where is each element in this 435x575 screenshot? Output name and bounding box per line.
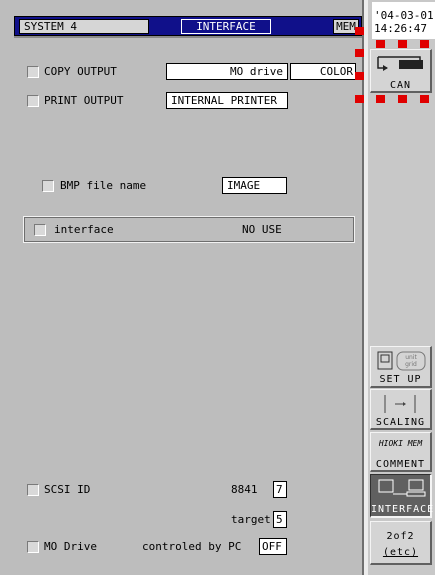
bmp-file-name-field[interactable]: IMAGE: [222, 177, 287, 194]
datetime-display: '04-03-01 14:26:47: [372, 2, 435, 39]
pc-link-icon: [375, 478, 426, 498]
scsi-target-id-field[interactable]: 5: [273, 511, 287, 528]
page-indicator: 2of2: [386, 531, 415, 542]
etc-label: (etc): [382, 547, 419, 558]
interface-checkbox[interactable]: [34, 224, 46, 236]
comment-button[interactable]: HIOKI MEM COMMENT: [370, 432, 432, 472]
svg-text:grid: grid: [405, 361, 417, 368]
marker-square: [420, 40, 429, 48]
print-output-checkbox[interactable]: [27, 95, 39, 107]
interface-label: interface: [54, 223, 114, 236]
can-button-label: CAN: [389, 80, 412, 91]
copy-output-device-field[interactable]: MO drive: [166, 63, 288, 80]
scsi-model-id-field[interactable]: 7: [273, 481, 287, 498]
bmp-file-label: BMP file name: [60, 179, 147, 192]
scaling-button-label: SCALING: [375, 417, 426, 428]
scsi-id-label: SCSI ID: [44, 483, 91, 496]
system-label: SYSTEM 4: [19, 19, 149, 34]
interface-value[interactable]: NO USE: [242, 223, 282, 237]
copy-arrow-icon: [375, 53, 426, 73]
page-etc-button[interactable]: 2of2 (etc): [370, 521, 432, 565]
marker-square: [376, 40, 385, 48]
copy-output-checkbox[interactable]: [27, 66, 39, 78]
marker-square: [420, 95, 429, 103]
copy-output-label: COPY OUTPUT: [44, 65, 117, 78]
svg-text:unit: unit: [405, 354, 417, 361]
print-output-printer-field[interactable]: INTERNAL PRINTER: [166, 92, 288, 109]
date-text: '04-03-01: [374, 9, 434, 22]
interface-button-label: INTERFACE: [371, 504, 435, 515]
interface-button[interactable]: INTERFACE: [370, 474, 435, 518]
print-output-label: PRINT OUTPUT: [44, 94, 124, 107]
marker-square: [398, 95, 407, 103]
unit-grid-icon: unit grid: [375, 350, 426, 371]
scsi-id-checkbox[interactable]: [27, 484, 39, 496]
marker-square: [355, 95, 364, 103]
setup-button-label: SET UP: [379, 374, 422, 385]
copy-output-mode-field[interactable]: COLOR: [290, 63, 356, 80]
mo-drive-label: MO Drive: [44, 540, 97, 553]
scsi-target-label: target: [231, 513, 271, 526]
scaling-icon: [375, 393, 426, 413]
mo-drive-checkbox[interactable]: [27, 541, 39, 553]
time-text: 14:26:47: [374, 22, 427, 35]
title-bar: SYSTEM 4 INTERFACE MEM: [14, 16, 362, 36]
marker-square: [398, 40, 407, 48]
scaling-button[interactable]: SCALING: [370, 389, 432, 430]
mo-drive-desc: controled by PC: [142, 540, 242, 553]
setup-button[interactable]: unit grid SET UP: [370, 346, 432, 388]
title-divider: [14, 36, 362, 38]
bmp-file-checkbox[interactable]: [42, 180, 54, 192]
scsi-model-label: 8841: [231, 483, 258, 496]
marker-square: [376, 95, 385, 103]
marker-square: [355, 49, 364, 57]
hioki-mem-text: HIOKI MEM: [378, 439, 423, 448]
comment-button-label: COMMENT: [375, 459, 426, 470]
mo-drive-value-field[interactable]: OFF: [259, 538, 287, 555]
can-button[interactable]: CAN: [370, 49, 432, 93]
marker-square: [355, 27, 364, 35]
screen-title: INTERFACE: [181, 19, 271, 34]
marker-square: [355, 72, 364, 80]
